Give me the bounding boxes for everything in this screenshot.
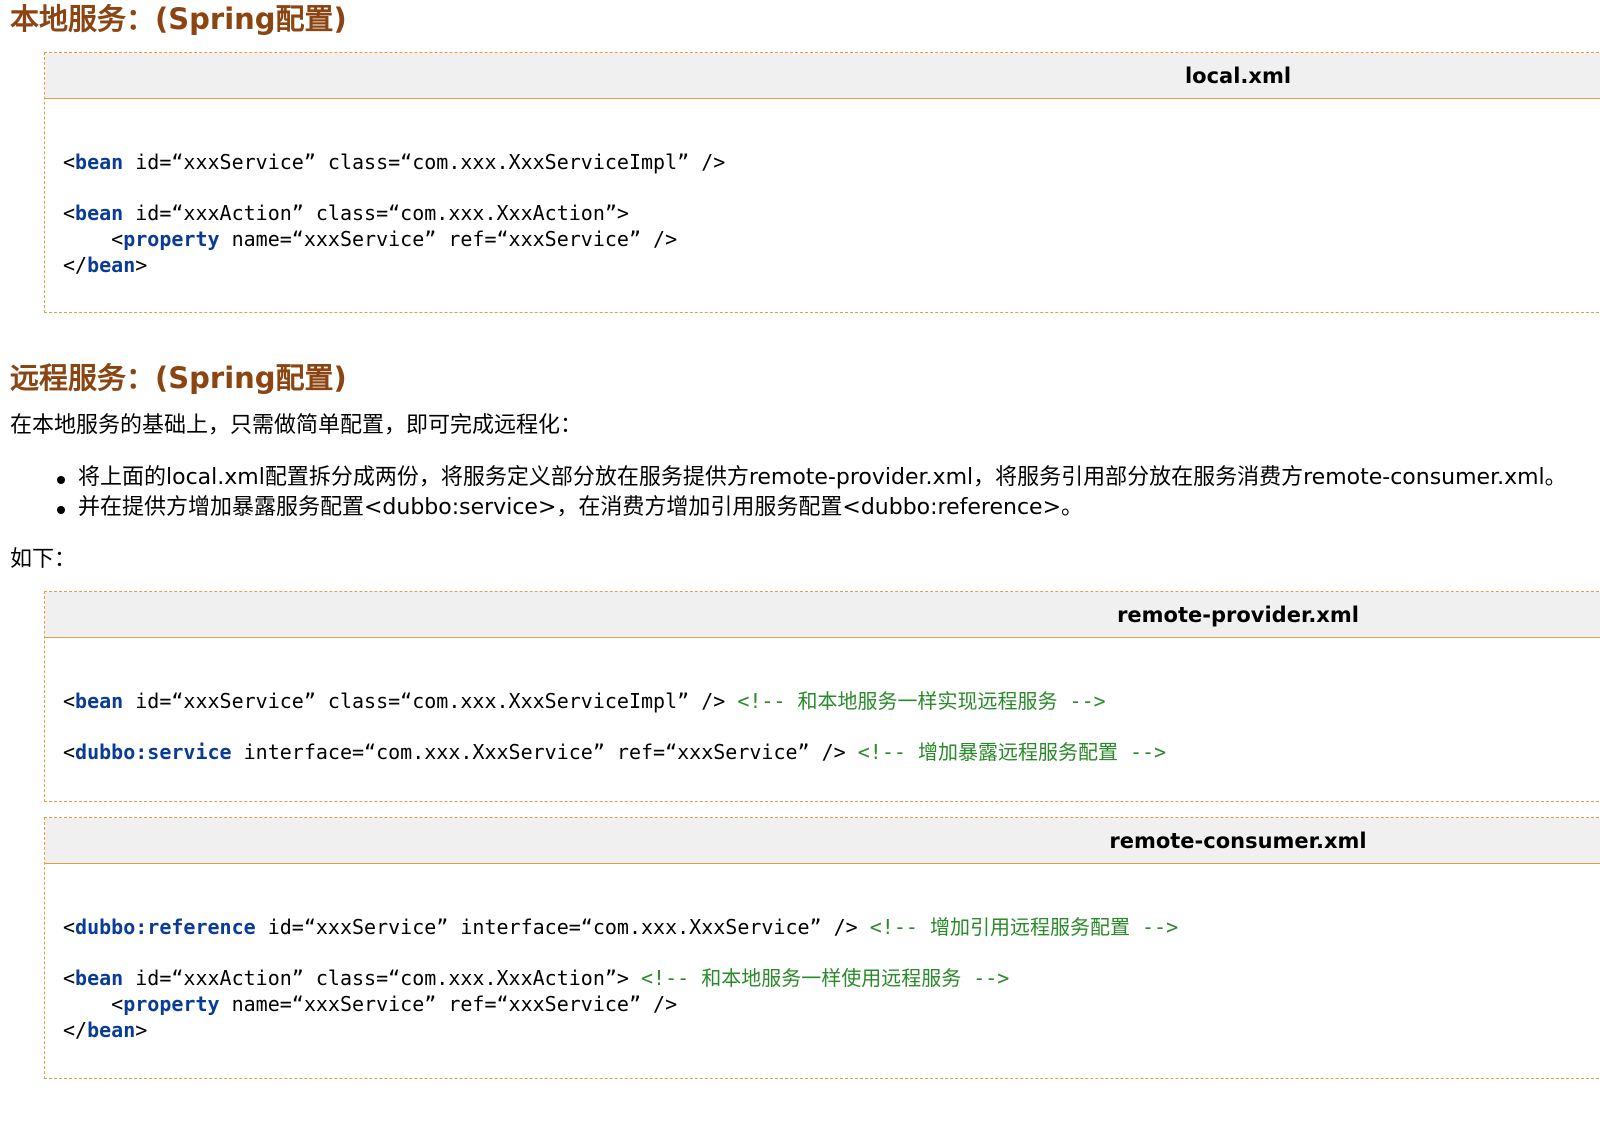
code-line: <bean id=“xxxService” class=“com.xxx.Xxx… bbox=[63, 689, 1600, 715]
code-comment: <!-- 和本地服务一样使用远程服务 --> bbox=[640, 966, 1010, 991]
code-text: < bbox=[63, 689, 76, 714]
code-text: < bbox=[63, 966, 76, 991]
code-line: <bean id=“xxxService” class=“com.xxx.Xxx… bbox=[63, 150, 1600, 176]
code-tag: bean bbox=[75, 201, 124, 226]
code-content: <bean id=“xxxService” class=“com.xxx.Xxx… bbox=[45, 638, 1600, 766]
code-content: <bean id=“xxxService” class=“com.xxx.Xxx… bbox=[45, 99, 1600, 278]
section-heading-remote: 远程服务：(Spring配置) bbox=[10, 361, 347, 395]
code-line: <property name=“xxxService” ref=“xxxServ… bbox=[63, 227, 1600, 253]
intro-paragraph: 在本地服务的基础上，只需做简单配置，即可完成远程化： bbox=[10, 413, 583, 438]
code-text: </ bbox=[63, 1017, 88, 1042]
code-text: < bbox=[63, 991, 124, 1016]
code-tag: bean bbox=[75, 150, 124, 175]
code-text: < bbox=[63, 150, 76, 175]
code-line: <bean id=“xxxAction” class=“com.xxx.XxxA… bbox=[63, 201, 1600, 227]
code-line: <property name=“xxxService” ref=“xxxServ… bbox=[63, 992, 1600, 1018]
code-text: name=“xxxService” ref=“xxxService” /> bbox=[219, 991, 678, 1016]
code-tag: bean bbox=[75, 966, 124, 991]
code-tag: bean bbox=[87, 252, 136, 277]
code-comment: <!-- 增加暴露远程服务配置 --> bbox=[857, 740, 1167, 765]
code-line: </bean> bbox=[63, 1018, 1600, 1044]
code-text: < bbox=[63, 740, 76, 765]
code-line: </bean> bbox=[63, 253, 1600, 279]
code-block-remote-consumer-xml: remote-consumer.xml <dubbo:reference id=… bbox=[44, 817, 1600, 1079]
code-text: < bbox=[63, 226, 124, 251]
code-text: < bbox=[63, 915, 76, 940]
bullet-list: 将上面的local.xml配置拆分成两份，将服务定义部分放在服务提供方remot… bbox=[50, 463, 1567, 523]
section-heading-local: 本地服务：(Spring配置) bbox=[10, 2, 347, 36]
code-text: id=“xxxAction” class=“com.xxx.XxxAction”… bbox=[123, 201, 629, 226]
code-text: id=“xxxService” class=“com.xxx.XxxServic… bbox=[123, 150, 726, 175]
code-text: > bbox=[135, 252, 148, 277]
as-follows-text: 如下： bbox=[10, 547, 77, 572]
code-text: id=“xxxAction” class=“com.xxx.XxxAction”… bbox=[123, 966, 641, 991]
code-tag: bean bbox=[75, 689, 124, 714]
code-tag: property bbox=[123, 991, 220, 1016]
code-tag: dubbo:service bbox=[75, 740, 232, 765]
code-block-remote-provider-xml: remote-provider.xml <bean id=“xxxService… bbox=[44, 591, 1600, 802]
code-block-filename: remote-consumer.xml bbox=[1109, 829, 1367, 853]
code-text: < bbox=[63, 201, 76, 226]
code-tag: dubbo:reference bbox=[75, 915, 256, 940]
code-block-local-xml: local.xml <bean id=“xxxService” class=“c… bbox=[44, 52, 1600, 313]
code-block-filename: local.xml bbox=[1184, 64, 1292, 88]
code-tag: property bbox=[123, 226, 220, 251]
code-text: id=“xxxService” class=“com.xxx.XxxServic… bbox=[123, 689, 738, 714]
code-tag: bean bbox=[87, 1017, 136, 1042]
code-block-filename: remote-provider.xml bbox=[1117, 603, 1359, 627]
code-text: id=“xxxService” interface=“com.xxx.XxxSe… bbox=[255, 915, 870, 940]
code-text: interface=“com.xxx.XxxService” ref=“xxxS… bbox=[231, 740, 858, 765]
code-text: > bbox=[135, 1017, 148, 1042]
code-block-title-bar: remote-consumer.xml bbox=[45, 818, 1600, 864]
code-text: name=“xxxService” ref=“xxxService” /> bbox=[219, 226, 678, 251]
code-content: <dubbo:reference id=“xxxService” interfa… bbox=[45, 864, 1600, 1043]
code-line: <bean id=“xxxAction” class=“com.xxx.XxxA… bbox=[63, 966, 1600, 992]
code-block-title-bar: remote-provider.xml bbox=[45, 592, 1600, 638]
code-comment: <!-- 和本地服务一样实现远程服务 --> bbox=[737, 689, 1106, 714]
code-block-title-bar: local.xml bbox=[45, 53, 1600, 99]
code-text: </ bbox=[63, 252, 88, 277]
code-line: <dubbo:reference id=“xxxService” interfa… bbox=[63, 915, 1600, 941]
code-comment: <!-- 增加引用远程服务配置 --> bbox=[869, 915, 1179, 940]
list-item: 将上面的local.xml配置拆分成两份，将服务定义部分放在服务提供方remot… bbox=[50, 463, 1567, 493]
list-item: 并在提供方增加暴露服务配置<dubbo:service>，在消费方增加引用服务配… bbox=[50, 493, 1567, 523]
code-line: <dubbo:service interface=“com.xxx.XxxSer… bbox=[63, 740, 1600, 766]
